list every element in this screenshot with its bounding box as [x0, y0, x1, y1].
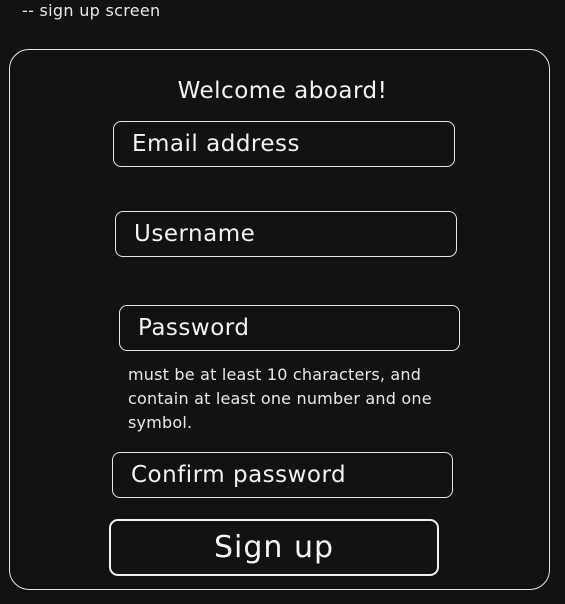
confirm-password-field[interactable]: Confirm password: [112, 452, 453, 498]
sign-up-button[interactable]: Sign up: [109, 519, 439, 576]
password-field[interactable]: Password: [119, 305, 460, 351]
welcome-title: Welcome aboard!: [177, 78, 388, 104]
email-field[interactable]: Email address: [113, 121, 455, 167]
username-placeholder: Username: [134, 221, 256, 247]
confirm-password-placeholder: Confirm password: [131, 462, 347, 488]
sign-up-label: Sign up: [213, 530, 335, 565]
password-placeholder: Password: [138, 315, 250, 341]
screen-label: -- sign up screen: [22, 1, 161, 20]
username-field[interactable]: Username: [115, 211, 457, 257]
password-hint: must be at least 10 characters, and cont…: [128, 365, 432, 432]
email-placeholder: Email address: [132, 131, 300, 157]
